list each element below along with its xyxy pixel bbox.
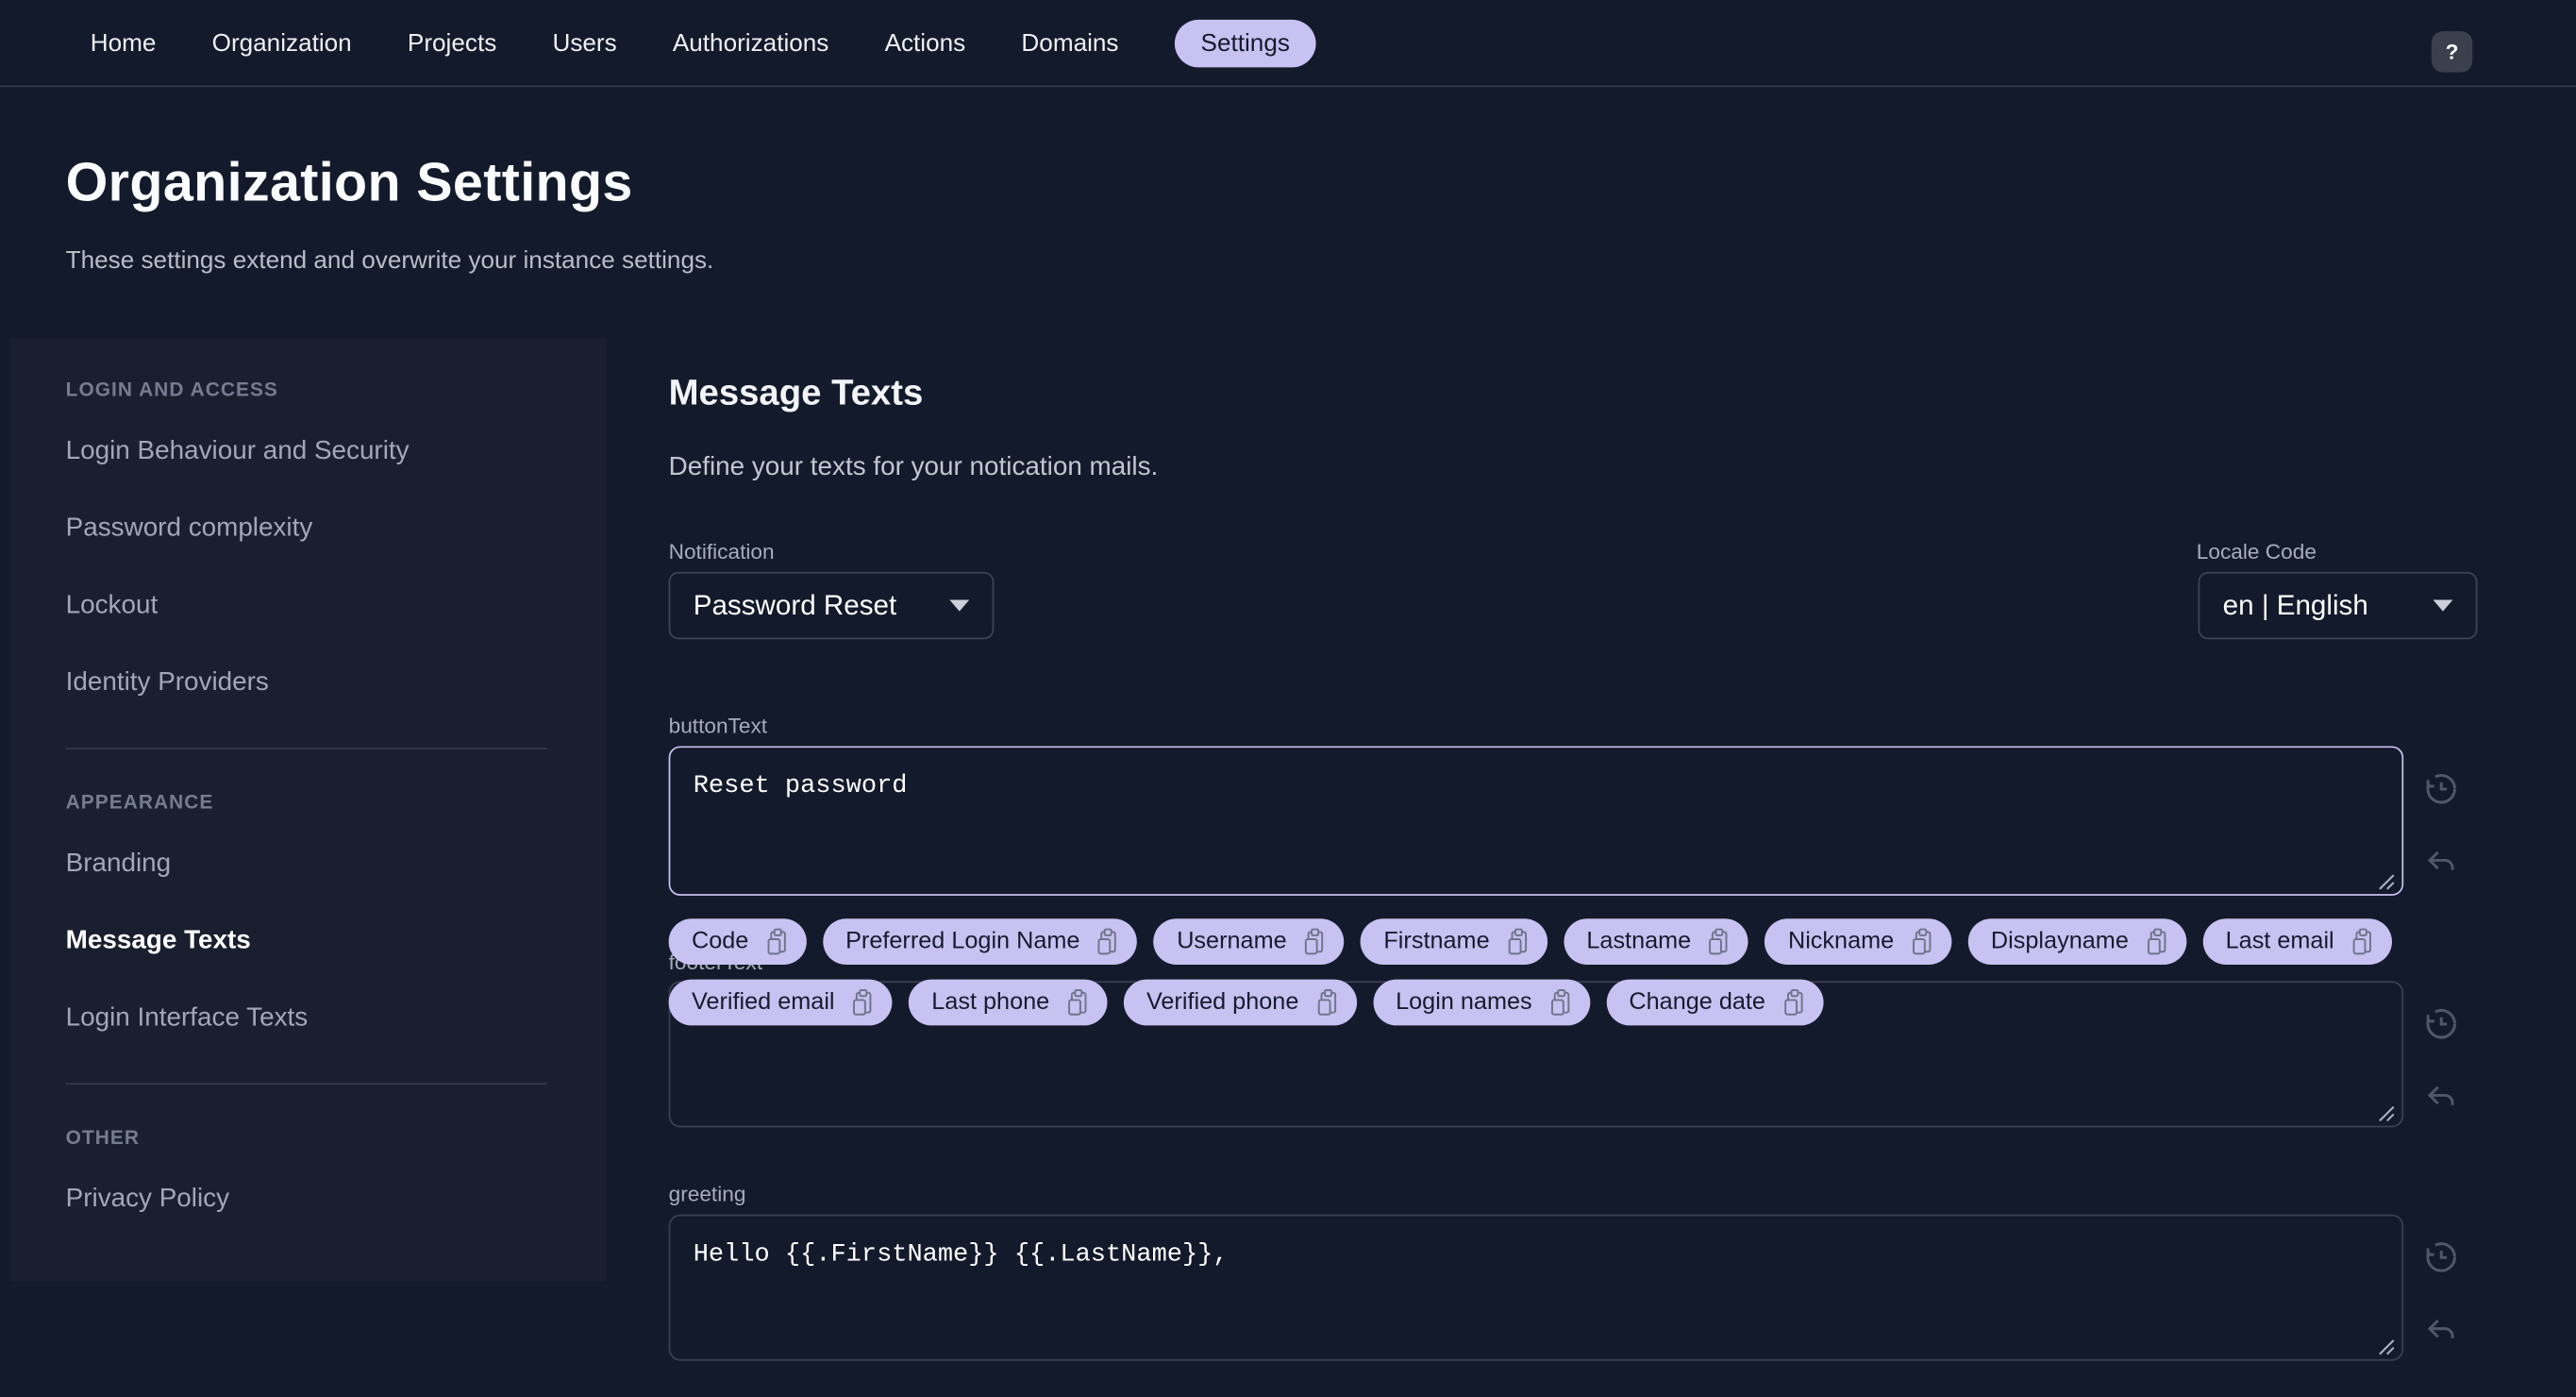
chip-label: Last email <box>2225 928 2334 955</box>
chip-label: Firstname <box>1383 928 1490 955</box>
copy-icon <box>1305 927 1324 954</box>
history-icon[interactable] <box>2421 1237 2461 1277</box>
placeholder-chips-row-1: Code Preferred Login Name Username First… <box>668 918 2392 966</box>
copy-icon <box>1098 927 1117 954</box>
copy-icon <box>1067 988 1087 1015</box>
greeting-label: greeting <box>668 1181 746 1206</box>
locale-code-label: Locale Code <box>2196 539 2317 564</box>
resize-handle[interactable] <box>2377 1338 2395 1355</box>
chip-label: Verified phone <box>1146 989 1299 1016</box>
history-icon[interactable] <box>2421 769 2461 809</box>
placeholder-chips-row-2: Verified email Last phone Verified phone… <box>668 979 1823 1026</box>
copy-icon <box>1316 988 1336 1015</box>
chip-displayname[interactable]: Displayname <box>1967 918 2186 966</box>
chip-label: Lastname <box>1586 928 1692 955</box>
section-title: Message Texts <box>668 371 924 413</box>
notification-label: Notification <box>668 539 775 564</box>
chip-preferred-login-name[interactable]: Preferred Login Name <box>822 918 1138 966</box>
undo-icon[interactable] <box>2421 1078 2461 1118</box>
button-text-textarea[interactable]: Reset password <box>668 746 2404 896</box>
undo-icon[interactable] <box>2421 1311 2461 1351</box>
chip-last-email[interactable]: Last email <box>2202 918 2392 966</box>
chip-label: Preferred Login Name <box>845 928 1080 955</box>
resize-handle[interactable] <box>2377 873 2395 891</box>
notification-select-value: Password Reset <box>693 589 897 621</box>
chip-label: Verified email <box>691 989 835 1016</box>
greeting-textarea[interactable]: Hello {{.FirstName}} {{.LastName}}, <box>668 1214 2404 1361</box>
chip-label: Code <box>691 928 749 955</box>
copy-icon <box>1709 927 1729 954</box>
chip-login-names[interactable]: Login names <box>1372 979 1590 1026</box>
chip-code[interactable]: Code <box>668 918 807 966</box>
copy-icon <box>2147 927 2166 954</box>
copy-icon <box>1508 927 1527 954</box>
resize-handle[interactable] <box>2377 1104 2395 1122</box>
chip-label: Nickname <box>1787 928 1895 955</box>
copy-icon <box>2352 927 2371 954</box>
chip-last-phone[interactable]: Last phone <box>908 979 1108 1026</box>
chevron-down-icon <box>949 599 970 612</box>
chip-verified-phone[interactable]: Verified phone <box>1123 979 1357 1026</box>
chip-label: Username <box>1177 928 1287 955</box>
chip-label: Login names <box>1396 989 1532 1016</box>
app-root: Home Organization Projects Users Authori… <box>0 0 2576 1397</box>
chip-label: Displayname <box>1990 928 2129 955</box>
copy-icon <box>766 927 786 954</box>
chip-username[interactable]: Username <box>1153 918 1345 966</box>
copy-icon <box>1912 927 1932 954</box>
chip-verified-email[interactable]: Verified email <box>668 979 893 1026</box>
undo-icon[interactable] <box>2421 843 2461 883</box>
copy-icon <box>853 988 872 1015</box>
chip-change-date[interactable]: Change date <box>1606 979 1823 1026</box>
chip-lastname[interactable]: Lastname <box>1563 918 1749 966</box>
history-icon[interactable] <box>2421 1004 2461 1044</box>
chip-label: Last phone <box>931 989 1050 1016</box>
chip-firstname[interactable]: Firstname <box>1361 918 1547 966</box>
chip-label: Change date <box>1629 989 1765 1016</box>
copy-icon <box>1550 988 1569 1015</box>
notification-select[interactable]: Password Reset <box>668 571 995 640</box>
locale-select[interactable]: en | English <box>2198 571 2478 640</box>
chip-nickname[interactable]: Nickname <box>1765 918 1952 966</box>
message-texts-panel: Message Texts Define your texts for your… <box>0 0 2576 1397</box>
chevron-down-icon <box>2433 599 2453 612</box>
button-text-label: buttonText <box>668 713 768 738</box>
copy-icon <box>1783 988 1802 1015</box>
section-subtitle: Define your texts for your notication ma… <box>668 453 1159 482</box>
locale-select-value: en | English <box>2222 589 2368 621</box>
